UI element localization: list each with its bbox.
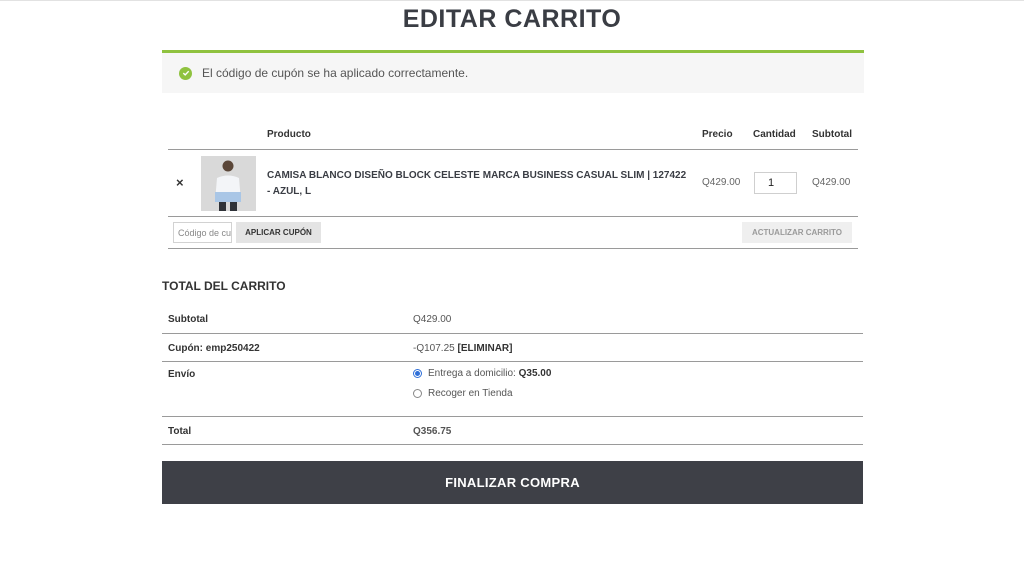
checkout-button[interactable]: FINALIZAR COMPRA bbox=[162, 461, 863, 504]
remove-coupon-link[interactable]: [ELIMINAR] bbox=[457, 343, 512, 354]
coupon-row: APLICAR CUPÓN ACTUALIZAR CARRITO bbox=[168, 217, 858, 249]
header-product: Producto bbox=[267, 129, 311, 140]
quantity-input[interactable] bbox=[754, 172, 797, 194]
coupon-value-group: -Q107.25 [ELIMINAR] bbox=[413, 343, 512, 354]
header-subtotal: Subtotal bbox=[812, 129, 852, 140]
product-thumbnail[interactable] bbox=[201, 156, 256, 211]
header-price: Precio bbox=[702, 129, 733, 140]
cart-table-header: Producto Precio Cantidad Subtotal bbox=[168, 122, 858, 150]
update-cart-button[interactable]: ACTUALIZAR CARRITO bbox=[742, 222, 852, 243]
remove-item-icon[interactable]: × bbox=[176, 175, 184, 190]
shipping-row: Envío Entrega a domicilio: Q35.00 Recoge… bbox=[162, 362, 863, 417]
success-notice: El código de cupón se ha aplicado correc… bbox=[162, 50, 864, 93]
table-row: × CAMISA BLANCO DISEÑO BLOCK CELESTE MAR… bbox=[168, 150, 858, 217]
subtotal-value: Q429.00 bbox=[413, 314, 452, 325]
apply-coupon-button[interactable]: APLICAR CUPÓN bbox=[236, 222, 321, 243]
cart-totals-table: Subtotal Q429.00 Cupón: emp250422 -Q107.… bbox=[162, 305, 863, 445]
cart-totals-title: TOTAL DEL CARRITO bbox=[162, 279, 286, 293]
item-price: Q429.00 bbox=[702, 177, 741, 188]
notice-message: El código de cupón se ha aplicado correc… bbox=[202, 66, 469, 80]
shipping-option-price: Q35.00 bbox=[518, 368, 552, 379]
total-row: Total Q356.75 bbox=[162, 417, 863, 445]
check-circle-icon bbox=[179, 66, 192, 80]
coupon-discount-row: Cupón: emp250422 -Q107.25 [ELIMINAR] bbox=[162, 334, 863, 362]
shipping-option-label: Recoger en Tienda bbox=[428, 388, 513, 399]
total-value: Q356.75 bbox=[413, 426, 452, 437]
header-quantity: Cantidad bbox=[753, 129, 796, 140]
shipping-label: Envío bbox=[168, 369, 196, 380]
shipping-option-store-pickup[interactable]: Recoger en Tienda bbox=[413, 388, 513, 399]
subtotal-row: Subtotal Q429.00 bbox=[162, 305, 863, 334]
radio-selected[interactable] bbox=[413, 369, 422, 378]
product-name-link[interactable]: CAMISA BLANCO DISEÑO BLOCK CELESTE MARCA… bbox=[267, 168, 692, 200]
coupon-code-input[interactable] bbox=[173, 222, 232, 243]
item-subtotal: Q429.00 bbox=[812, 177, 851, 188]
coupon-discount-value: -Q107.25 bbox=[413, 343, 455, 354]
shipping-option-label: Entrega a domicilio: bbox=[428, 368, 516, 379]
radio-unselected[interactable] bbox=[413, 389, 422, 398]
coupon-label: Cupón: emp250422 bbox=[168, 343, 260, 354]
page-title: EDITAR CARRITO bbox=[402, 5, 622, 33]
shipping-option-home-delivery[interactable]: Entrega a domicilio: Q35.00 bbox=[413, 368, 551, 379]
top-divider bbox=[0, 0, 1024, 1]
subtotal-label: Subtotal bbox=[168, 314, 208, 325]
total-label: Total bbox=[168, 426, 192, 437]
